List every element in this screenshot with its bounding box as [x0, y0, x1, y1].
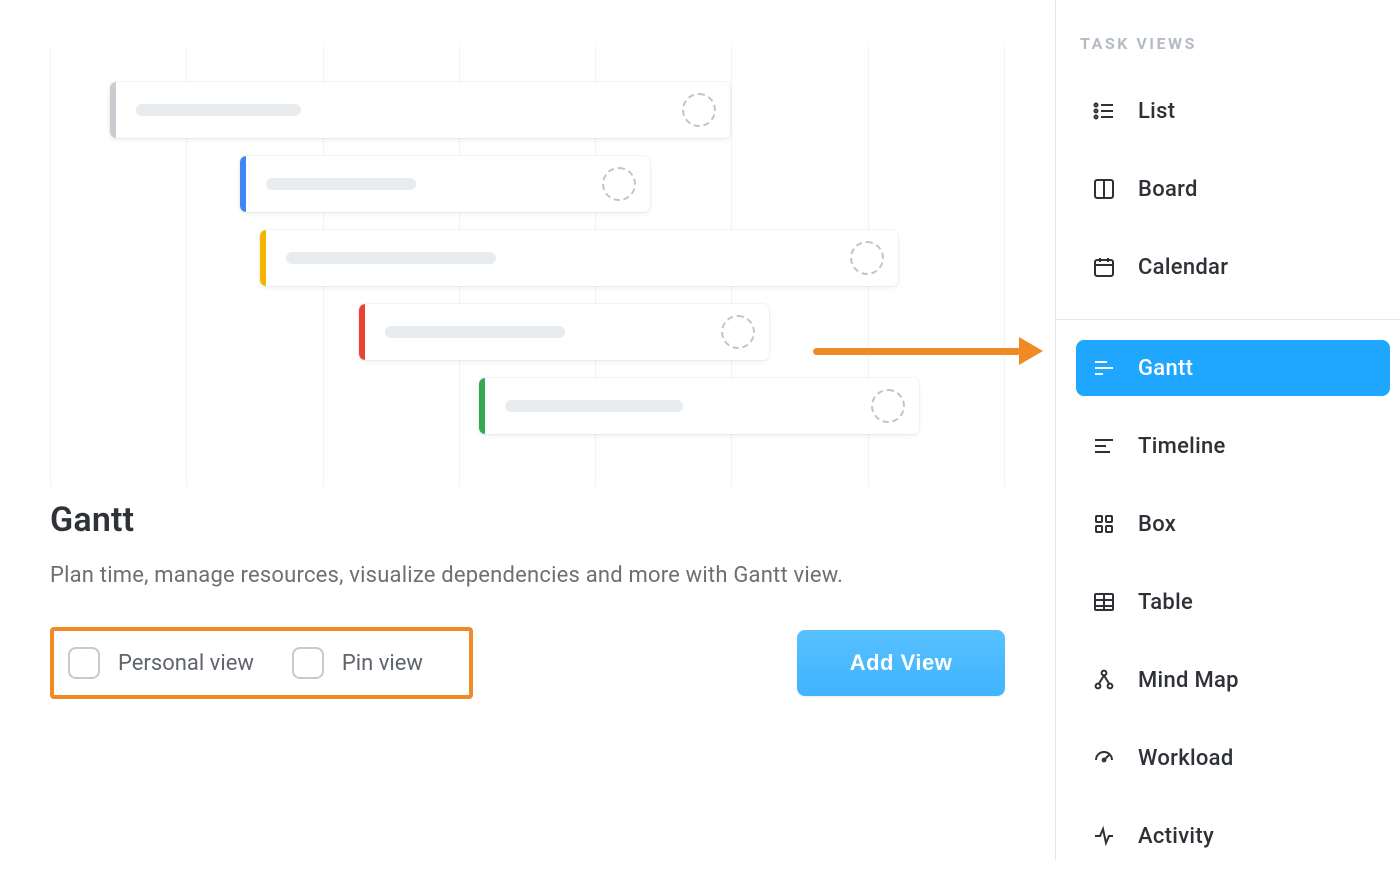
- view-item-label: Board: [1138, 177, 1198, 202]
- menu-separator: [1056, 319, 1400, 320]
- timeline-icon: [1090, 432, 1118, 460]
- view-item-label: Workload: [1138, 746, 1234, 771]
- pin-view-label: Pin view: [342, 651, 423, 676]
- calendar-icon: [1090, 253, 1118, 281]
- view-item-board[interactable]: Board: [1076, 161, 1390, 217]
- view-item-label: Calendar: [1138, 255, 1228, 280]
- view-item-table[interactable]: Table: [1076, 574, 1390, 630]
- view-item-label: Activity: [1138, 824, 1214, 849]
- view-description: Plan time, manage resources, visualize d…: [50, 558, 910, 593]
- view-item-activity[interactable]: Activity: [1076, 808, 1390, 864]
- view-item-label: Timeline: [1138, 434, 1226, 459]
- view-item-list[interactable]: List: [1076, 83, 1390, 139]
- view-item-label: List: [1138, 99, 1175, 124]
- view-item-box[interactable]: Box: [1076, 496, 1390, 552]
- board-icon: [1090, 175, 1118, 203]
- view-item-gantt[interactable]: Gantt: [1076, 340, 1390, 396]
- gantt-preview: [50, 46, 1005, 486]
- view-item-label: Table: [1138, 590, 1193, 615]
- task-views-menu: List Board Calendar Gantt: [1076, 83, 1390, 886]
- preview-bar: [479, 378, 919, 434]
- add-view-button[interactable]: Add View: [797, 630, 1005, 696]
- task-views-panel: TASK VIEWS List Board Calendar: [1055, 0, 1400, 860]
- gantt-icon: [1090, 354, 1118, 382]
- view-item-calendar[interactable]: Calendar: [1076, 239, 1390, 295]
- view-item-label: Mind Map: [1138, 668, 1239, 693]
- personal-view-label: Personal view: [118, 651, 254, 676]
- view-item-timeline[interactable]: Timeline: [1076, 418, 1390, 474]
- preview-bar: [260, 230, 898, 286]
- view-item-mindmap[interactable]: Mind Map: [1076, 652, 1390, 708]
- view-item-label: Gantt: [1138, 356, 1193, 381]
- mindmap-icon: [1090, 666, 1118, 694]
- personal-view-checkbox[interactable]: Personal view: [68, 647, 254, 679]
- activity-icon: [1090, 822, 1118, 850]
- pin-view-checkbox[interactable]: Pin view: [292, 647, 423, 679]
- table-icon: [1090, 588, 1118, 616]
- workload-icon: [1090, 744, 1118, 772]
- view-item-label: Box: [1138, 512, 1176, 537]
- box-icon: [1090, 510, 1118, 538]
- preview-bar: [359, 304, 769, 360]
- preview-bar: [110, 82, 730, 138]
- preview-bar: [240, 156, 650, 212]
- view-title: Gantt: [50, 500, 1005, 540]
- panel-heading: TASK VIEWS: [1080, 34, 1390, 53]
- list-icon: [1090, 97, 1118, 125]
- view-options-highlight: Personal view Pin view: [50, 627, 473, 699]
- view-item-workload[interactable]: Workload: [1076, 730, 1390, 786]
